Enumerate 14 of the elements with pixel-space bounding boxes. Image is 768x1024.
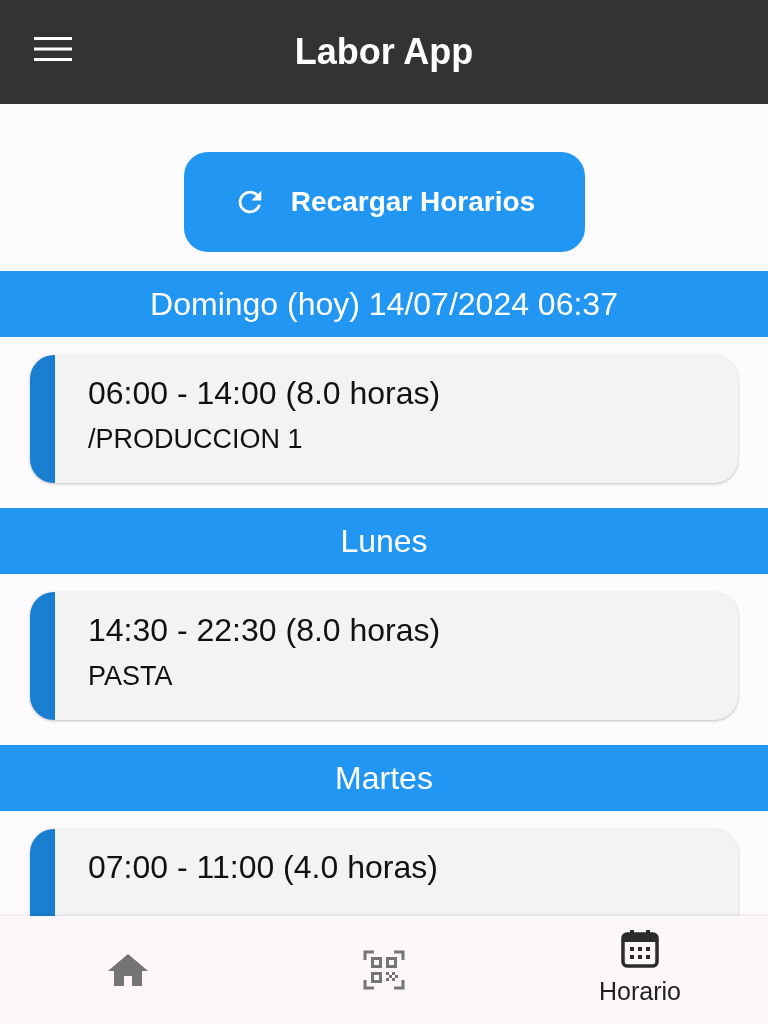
calendar-tab[interactable]: Horario bbox=[512, 916, 768, 1024]
home-icon bbox=[107, 952, 149, 988]
shift-area: /PRODUCCION 1 bbox=[88, 419, 738, 460]
menu-icon bbox=[34, 36, 72, 62]
calendar-icon bbox=[620, 929, 660, 970]
shift-time: 14:30 - 22:30 (8.0 horas) bbox=[88, 611, 442, 650]
day-header: Lunes bbox=[0, 508, 768, 574]
shift-area: PASTA bbox=[88, 656, 738, 697]
day-header: Domingo (hoy) 14/07/2024 06:37 bbox=[0, 271, 768, 337]
shift-time: 07:00 - 11:00 (4.0 horas) bbox=[88, 848, 439, 887]
shift-time: 06:00 - 14:00 (8.0 horas) bbox=[88, 374, 442, 413]
app-title: Labor App bbox=[294, 30, 474, 74]
qr-code-icon bbox=[363, 950, 405, 990]
day-header: Martes bbox=[0, 745, 768, 811]
